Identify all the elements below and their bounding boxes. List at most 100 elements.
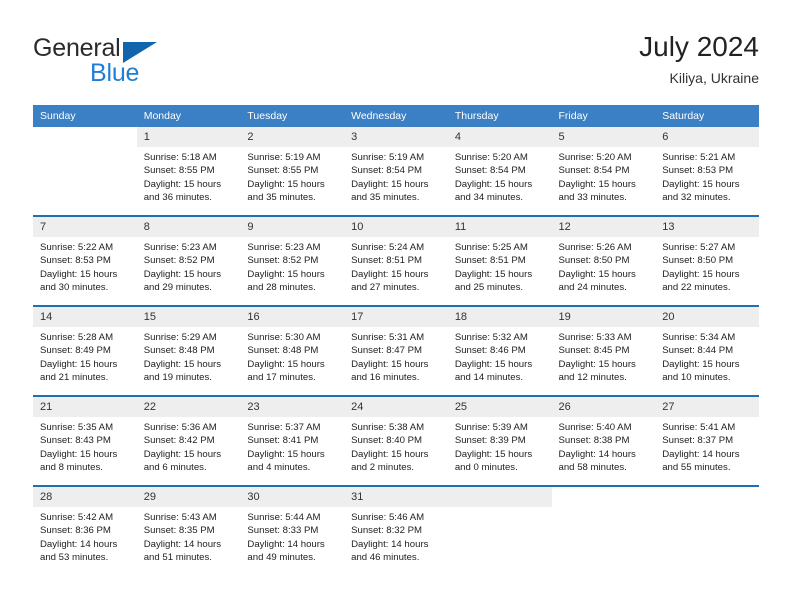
- daylight-text-line1: Daylight: 15 hours: [247, 178, 325, 190]
- sunrise-text: Sunrise: 5:34 AM: [662, 332, 736, 343]
- daylight-text-line2: and 6 minutes.: [143, 462, 207, 474]
- calendar-day-cell[interactable]: 13 Sunrise: 5:27 AM Sunset: 8:50 PM Dayligh…: [655, 215, 759, 306]
- day-details: Sunrise: 5:23 AM Sunset: 8:52 PM Daylight:…: [137, 237, 241, 295]
- calendar-day-cell[interactable]: 4 Sunrise: 5:20 AM Sunset: 8:54 PM Daylight…: [447, 127, 552, 216]
- day-details: Sunrise: 5:20 AM Sunset: 8:54 PM Daylight:…: [552, 147, 656, 205]
- calendar-day-cell[interactable]: 28 Sunrise: 5:42 AM Sunset: 8:36 PM Dayligh…: [33, 485, 137, 575]
- sunrise-text: Sunrise: 5:28 AM: [40, 332, 114, 343]
- daylight-text-line2: and 2 minutes.: [351, 462, 415, 474]
- calendar-day-cell[interactable]: 22 Sunrise: 5:36 AM Sunset: 8:42 PM Dayligh…: [136, 395, 241, 486]
- calendar-cell-empty: [447, 485, 552, 575]
- daylight-text-line1: Daylight: 15 hours: [351, 268, 429, 280]
- sunset-text: Sunset: 8:44 PM: [662, 345, 734, 357]
- sunrise-text: Sunrise: 5:20 AM: [558, 152, 632, 163]
- sunset-text: Sunset: 8:51 PM: [454, 255, 526, 267]
- weekday-header-sunday: Sunday: [33, 105, 137, 127]
- daylight-text-line1: Daylight: 15 hours: [143, 358, 222, 370]
- sunrise-text: Sunrise: 5:19 AM: [351, 152, 425, 163]
- weekday-header-friday: Friday: [551, 105, 656, 127]
- daylight-text-line2: and 34 minutes.: [454, 192, 524, 204]
- calendar-day-cell[interactable]: 6 Sunrise: 5:21 AM Sunset: 8:53 PM Daylight…: [655, 127, 759, 216]
- daylight-text-line1: Daylight: 15 hours: [454, 358, 533, 370]
- page-title: July 2024: [639, 31, 759, 62]
- calendar-day-cell[interactable]: 20 Sunrise: 5:34 AM Sunset: 8:44 PM Dayligh…: [655, 305, 759, 396]
- day-number: 24: [344, 397, 448, 417]
- daylight-text-line2: and 55 minutes.: [662, 462, 731, 474]
- day-details: Sunrise: 5:30 AM Sunset: 8:48 PM Daylight:…: [240, 327, 344, 385]
- sunset-text: Sunset: 8:46 PM: [454, 345, 526, 357]
- day-number: 7: [33, 217, 137, 237]
- calendar-day-cell[interactable]: 18 Sunrise: 5:32 AM Sunset: 8:46 PM Dayligh…: [447, 305, 552, 396]
- calendar-day-cell[interactable]: 26 Sunrise: 5:40 AM Sunset: 8:38 PM Dayligh…: [551, 395, 656, 486]
- day-details: Sunrise: 5:38 AM Sunset: 8:40 PM Daylight:…: [344, 417, 448, 475]
- calendar-day-cell[interactable]: 24 Sunrise: 5:38 AM Sunset: 8:40 PM Dayligh…: [344, 395, 448, 486]
- daylight-text-line2: and 24 minutes.: [558, 282, 627, 294]
- calendar-day-cell[interactable]: 8 Sunrise: 5:23 AM Sunset: 8:52 PM Daylight…: [136, 215, 241, 306]
- calendar-day-cell[interactable]: 15 Sunrise: 5:29 AM Sunset: 8:48 PM Dayligh…: [136, 305, 241, 396]
- calendar-day-cell[interactable]: 10 Sunrise: 5:24 AM Sunset: 8:51 PM Dayligh…: [344, 215, 448, 306]
- day-number: 2: [240, 127, 345, 147]
- title-block: July 2024 Kiliya, Ukraine: [639, 30, 759, 87]
- sunset-text: Sunset: 8:48 PM: [143, 345, 215, 357]
- daylight-text-line1: Daylight: 15 hours: [351, 178, 429, 190]
- sunset-text: Sunset: 8:52 PM: [143, 255, 215, 267]
- day-details: Sunrise: 5:31 AM Sunset: 8:47 PM Daylight:…: [344, 327, 448, 385]
- sunrise-text: Sunrise: 5:35 AM: [40, 422, 114, 433]
- day-number: [447, 487, 552, 507]
- day-number: 22: [136, 397, 241, 417]
- general-blue-logo[interactable]: General Blue: [33, 34, 293, 94]
- sunset-text: Sunset: 8:48 PM: [247, 345, 319, 357]
- day-details: Sunrise: 5:32 AM Sunset: 8:46 PM Daylight:…: [448, 327, 552, 385]
- daylight-text-line2: and 17 minutes.: [247, 372, 316, 384]
- day-details: Sunrise: 5:20 AM Sunset: 8:54 PM Daylight:…: [448, 147, 552, 205]
- daylight-text-line1: Daylight: 14 hours: [40, 538, 118, 550]
- sunset-text: Sunset: 8:43 PM: [40, 435, 111, 447]
- calendar-day-cell[interactable]: 25 Sunrise: 5:39 AM Sunset: 8:39 PM Dayligh…: [447, 395, 552, 486]
- calendar-day-cell[interactable]: 3 Sunrise: 5:19 AM Sunset: 8:54 PM Daylight…: [344, 127, 448, 216]
- sunrise-text: Sunrise: 5:22 AM: [40, 242, 114, 253]
- calendar-day-cell[interactable]: 7 Sunrise: 5:22 AM Sunset: 8:53 PM Daylight…: [33, 215, 137, 306]
- calendar-day-cell[interactable]: 17 Sunrise: 5:31 AM Sunset: 8:47 PM Dayligh…: [344, 305, 448, 396]
- sunset-text: Sunset: 8:55 PM: [143, 165, 215, 177]
- calendar-day-cell[interactable]: 19 Sunrise: 5:33 AM Sunset: 8:45 PM Dayligh…: [551, 305, 656, 396]
- daylight-text-line2: and 35 minutes.: [351, 192, 420, 204]
- calendar-day-cell[interactable]: 27 Sunrise: 5:41 AM Sunset: 8:37 PM Dayligh…: [655, 395, 759, 486]
- day-number: 29: [136, 487, 241, 507]
- sunrise-text: Sunrise: 5:29 AM: [143, 332, 217, 343]
- sunset-text: Sunset: 8:54 PM: [351, 165, 423, 177]
- day-number: 18: [447, 307, 552, 327]
- weekday-header-tuesday: Tuesday: [240, 105, 345, 127]
- calendar-day-cell[interactable]: 9 Sunrise: 5:23 AM Sunset: 8:52 PM Daylight…: [240, 215, 345, 306]
- day-number: 28: [33, 487, 137, 507]
- calendar-day-cell[interactable]: 31 Sunrise: 5:46 AM Sunset: 8:32 PM Dayligh…: [344, 485, 448, 575]
- daylight-text-line2: and 58 minutes.: [558, 462, 627, 474]
- calendar-day-cell[interactable]: 30 Sunrise: 5:44 AM Sunset: 8:33 PM Dayligh…: [240, 485, 345, 575]
- calendar-day-cell[interactable]: 2 Sunrise: 5:19 AM Sunset: 8:55 PM Daylight…: [240, 127, 345, 216]
- daylight-text-line1: Daylight: 15 hours: [40, 448, 118, 460]
- weekday-header-saturday: Saturday: [655, 105, 759, 127]
- daylight-text-line2: and 28 minutes.: [247, 282, 316, 294]
- daylight-text-line1: Daylight: 15 hours: [247, 448, 325, 460]
- calendar-day-cell[interactable]: 16 Sunrise: 5:30 AM Sunset: 8:48 PM Dayligh…: [240, 305, 345, 396]
- sunset-text: Sunset: 8:53 PM: [662, 165, 734, 177]
- sunrise-text: Sunrise: 5:21 AM: [662, 152, 736, 163]
- daylight-text-line1: Daylight: 15 hours: [143, 178, 222, 190]
- calendar-day-cell[interactable]: 11 Sunrise: 5:25 AM Sunset: 8:51 PM Dayligh…: [447, 215, 552, 306]
- logo-text-blue: Blue: [90, 59, 140, 87]
- day-details: Sunrise: 5:19 AM Sunset: 8:55 PM Daylight:…: [240, 147, 344, 205]
- daylight-text-line1: Daylight: 15 hours: [454, 268, 533, 280]
- calendar-day-cell[interactable]: 12 Sunrise: 5:26 AM Sunset: 8:50 PM Dayligh…: [551, 215, 656, 306]
- calendar-day-cell[interactable]: 14 Sunrise: 5:28 AM Sunset: 8:49 PM Dayligh…: [33, 305, 137, 396]
- sunrise-text: Sunrise: 5:43 AM: [143, 512, 217, 523]
- calendar-day-cell[interactable]: 5 Sunrise: 5:20 AM Sunset: 8:54 PM Daylight…: [551, 127, 656, 216]
- daylight-text-line1: Daylight: 14 hours: [351, 538, 429, 550]
- weekday-header-monday: Monday: [136, 105, 241, 127]
- day-number: 10: [344, 217, 448, 237]
- calendar-day-cell[interactable]: 23 Sunrise: 5:37 AM Sunset: 8:41 PM Dayligh…: [240, 395, 345, 486]
- day-number: 23: [240, 397, 345, 417]
- page-subtitle: Kiliya, Ukraine: [669, 70, 759, 86]
- calendar-day-cell[interactable]: 29 Sunrise: 5:43 AM Sunset: 8:35 PM Dayligh…: [136, 485, 241, 575]
- daylight-text-line2: and 32 minutes.: [662, 192, 731, 204]
- calendar-day-cell[interactable]: 1 Sunrise: 5:18 AM Sunset: 8:55 PM Daylight…: [136, 127, 241, 216]
- calendar-day-cell[interactable]: 21 Sunrise: 5:35 AM Sunset: 8:43 PM Dayligh…: [33, 395, 137, 486]
